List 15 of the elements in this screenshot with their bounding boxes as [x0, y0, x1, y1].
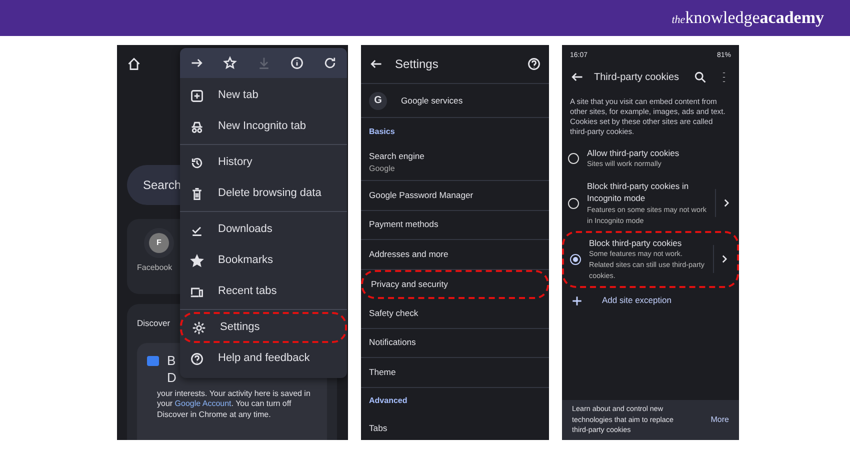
article-text: your interests. Your activity here is saved in your Google Account. You can turn off Discover in Chrome at any time.	[157, 388, 312, 420]
page-title: Settings	[395, 56, 440, 73]
article-title: B	[167, 352, 176, 370]
item-value: Google	[369, 162, 396, 175]
section-heading: Advanced	[368, 395, 408, 407]
option-title: Block third-party cookies	[589, 236, 683, 250]
item-label: Google services	[401, 95, 463, 105]
page-title: Third-party cookies	[594, 70, 680, 84]
section-heading: Basics	[368, 126, 396, 138]
account-avatar: G	[369, 92, 387, 110]
logo: theknowledgeacademy	[672, 7, 824, 30]
option-title: Block third-party cookies in Incognito mode	[587, 180, 690, 205]
discover-title: Discover	[137, 317, 170, 330]
option-title: Allow third-party cookies	[587, 146, 680, 160]
article-title: D	[167, 370, 178, 385]
